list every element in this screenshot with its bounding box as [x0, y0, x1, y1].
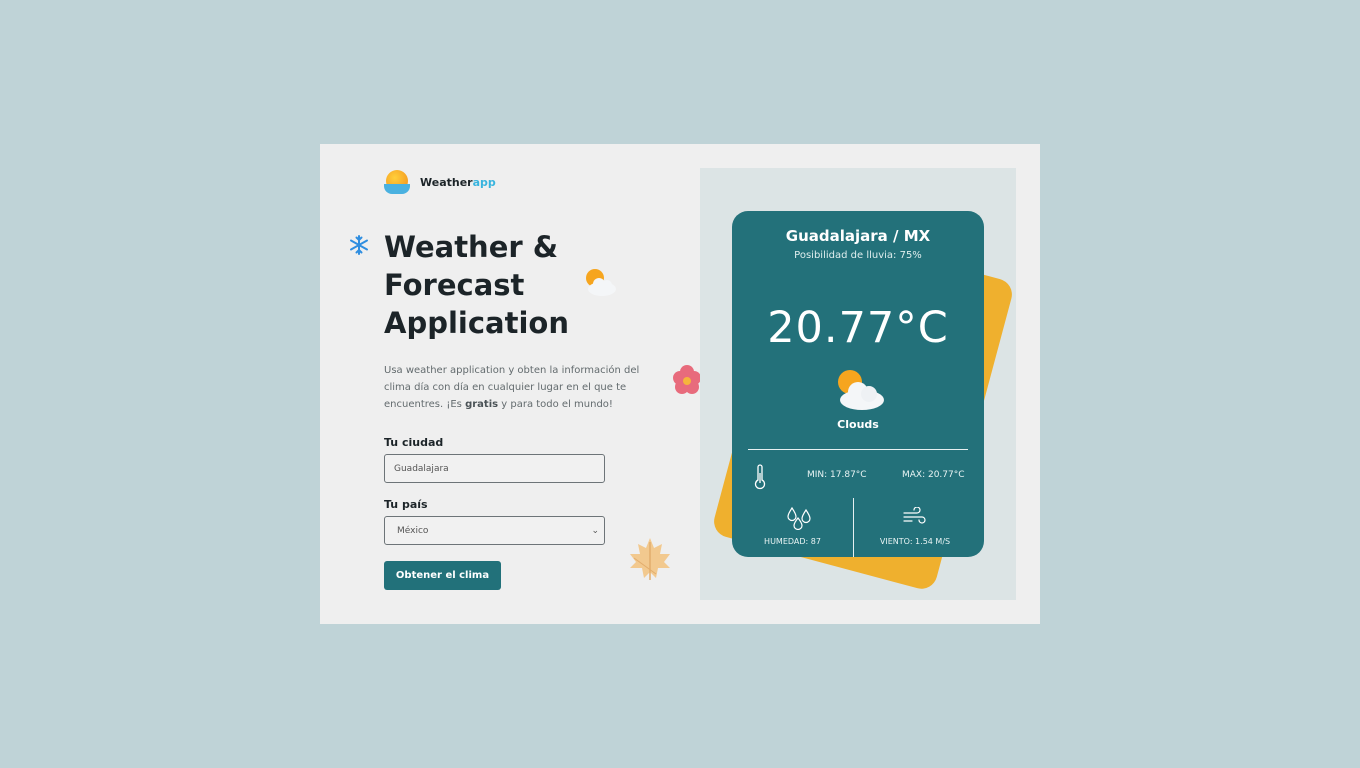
- partly-cloudy-icon: [586, 269, 616, 296]
- city-label: Tu ciudad: [384, 436, 444, 449]
- maple-leaf-icon: [630, 538, 670, 580]
- partly-cloudy-icon: [838, 370, 884, 410]
- divider: [748, 449, 968, 450]
- wind-speed: VIENTO: 1.54 M/S: [879, 537, 951, 546]
- flower-icon: [673, 365, 701, 394]
- weather-panel: Guadalajara / MX Posibilidad de lluvia: …: [700, 168, 1016, 600]
- city-input[interactable]: Guadalajara: [384, 454, 605, 483]
- brand-logo[interactable]: Weatherapp: [384, 170, 496, 194]
- humidity: HUMEDAD: 87: [764, 537, 821, 546]
- divider: [853, 498, 854, 557]
- logo-icon: [384, 170, 410, 194]
- country-label: Tu país: [384, 498, 428, 511]
- brand-name: Weatherapp: [420, 175, 496, 189]
- snowflake-icon: [350, 235, 368, 255]
- rain-chance: Posibilidad de lluvia: 75%: [794, 250, 922, 261]
- get-weather-button[interactable]: Obtener el clima: [384, 561, 501, 590]
- min-temperature: MIN: 17.87°C: [807, 470, 867, 480]
- chevron-down-icon: ⌄: [591, 525, 599, 536]
- droplets-icon: [787, 506, 811, 530]
- country-select[interactable]: México ⌄: [384, 516, 605, 545]
- max-temperature: MAX: 20.77°C: [902, 470, 965, 480]
- wind-icon: [903, 507, 926, 524]
- weather-condition: Clouds: [837, 418, 879, 431]
- app-description: Usa weather application y obten la infor…: [384, 365, 640, 410]
- weather-card: Guadalajara / MX Posibilidad de lluvia: …: [732, 211, 984, 557]
- main-card: Weatherapp Weather & Forecast Applicatio…: [320, 144, 1040, 624]
- location-name: Guadalajara / MX: [785, 227, 931, 245]
- current-temperature: 20.77°C: [767, 303, 949, 353]
- thermometer-icon: [754, 464, 766, 490]
